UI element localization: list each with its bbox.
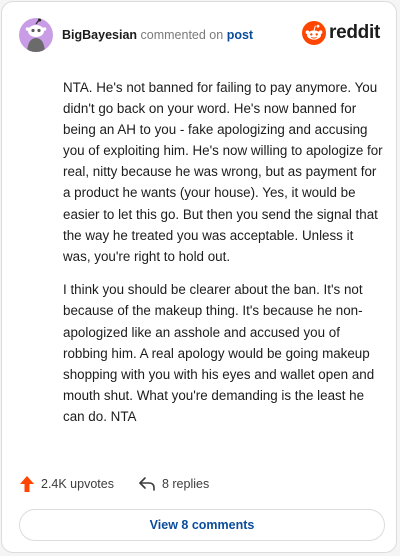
upvote-count: 2.4K upvotes (41, 477, 114, 491)
reply-button[interactable]: 8 replies (138, 476, 209, 492)
comment-byline: BigBayesian commented on post (62, 28, 253, 42)
avatar[interactable] (19, 18, 53, 52)
snoo-avatar-icon (25, 18, 47, 52)
view-comments-button[interactable]: View 8 comments (19, 509, 385, 541)
upvote-arrow-icon (20, 476, 34, 492)
reply-count: 8 replies (161, 477, 210, 491)
upvote-button[interactable]: 2.4K upvotes (19, 475, 114, 493)
byline-action-text: commented on (140, 28, 224, 42)
comment-header: BigBayesian commented on post reddit (19, 17, 380, 53)
comment-paragraph: I think you should be clearer about the … (63, 282, 375, 424)
reply-arrow-icon (139, 477, 155, 491)
comment-body: NTA. He's not banned for failing to pay … (63, 77, 383, 440)
comment-actions: 2.4K upvotes 8 replies (19, 472, 209, 496)
reddit-snoo-icon (302, 21, 327, 45)
author-username[interactable]: BigBayesian (62, 28, 137, 42)
comment-card: BigBayesian commented on post reddit NTA… (1, 1, 397, 553)
comment-paragraph: NTA. He's not banned for failing to pay … (63, 80, 383, 264)
post-link[interactable]: post (227, 28, 253, 42)
reddit-logo[interactable]: reddit (302, 21, 380, 45)
reddit-wordmark: reddit (329, 22, 380, 43)
